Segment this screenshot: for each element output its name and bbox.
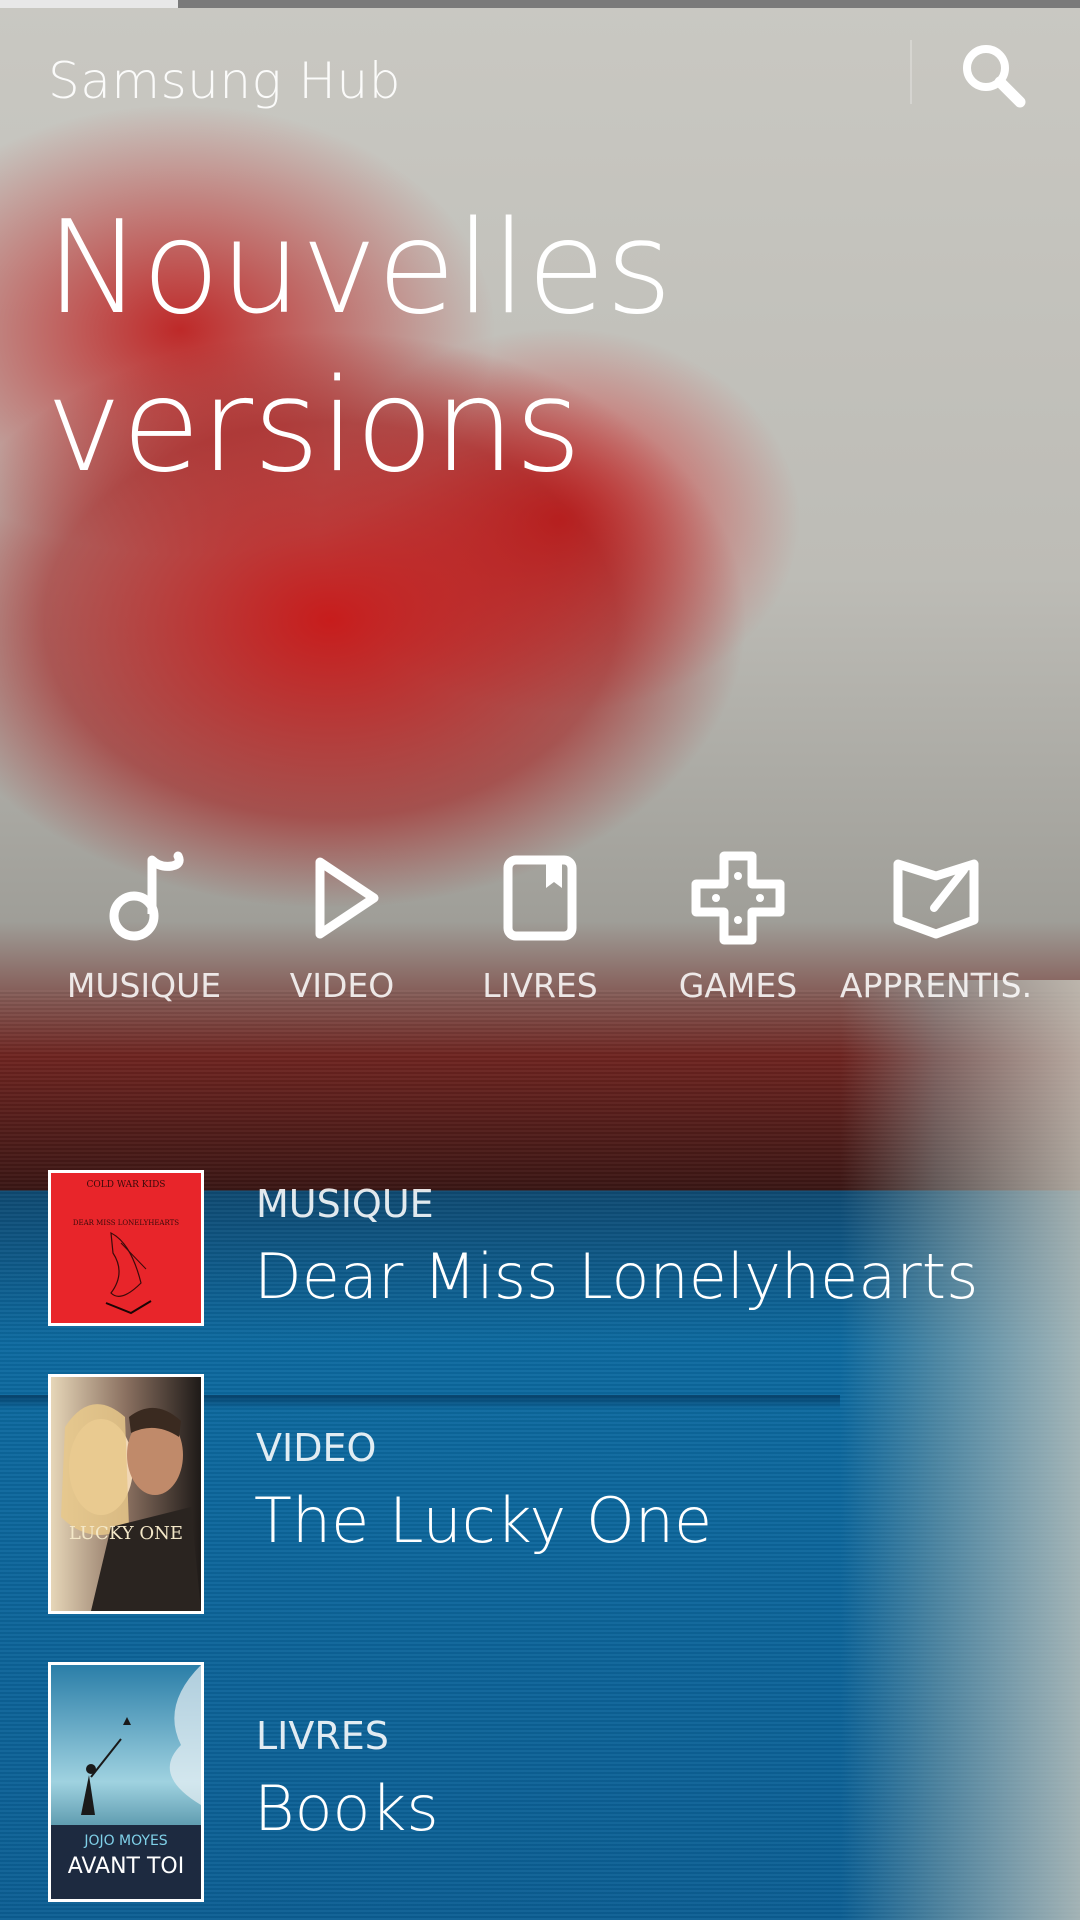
movie-poster-title: LUCKY ONE [69,1523,183,1544]
header-divider [910,40,912,104]
item-title: Books [254,1772,439,1845]
hero-title-line1: Nouvelles [46,194,673,343]
movie-poster-art: LUCKY ONE [51,1377,201,1611]
page-progress-fill [0,0,179,8]
item-kind: LIVRES [256,1714,389,1758]
item-title: Dear Miss Lonelyhearts [254,1240,979,1313]
category-label: VIDEO [289,966,395,1005]
book-cover-author: JOJO MOYES [83,1833,167,1849]
play-icon [315,857,379,939]
category-games[interactable]: GAMES [638,848,838,1005]
category-apprentissage[interactable]: APPRENTIS. [836,848,1036,1005]
category-bar: MUSIQUE VIDEO LIVRES GAMES APPRENTIS. [40,848,1040,1008]
album-cover-art: COLD WAR KIDS DEAR MISS LONELYHEARTS [51,1173,201,1323]
list-item-musique[interactable]: COLD WAR KIDS DEAR MISS LONELYHEARTS MUS… [48,1170,1048,1330]
category-label: APPRENTIS. [839,966,1033,1005]
book-cover: JOJO MOYES AVANT TOI [48,1662,204,1902]
app-title: Samsung Hub [48,52,401,110]
album-cover-band: COLD WAR KIDS [87,1180,166,1190]
list-item-video[interactable]: LUCKY ONE VIDEO The Lucky One [48,1374,1048,1614]
category-label: LIVRES [482,966,598,1005]
book-icon [503,855,577,941]
gamepad-cross-icon [691,851,785,945]
item-kind: MUSIQUE [256,1182,434,1226]
category-label: MUSIQUE [66,966,222,1005]
category-musique[interactable]: MUSIQUE [44,848,244,1005]
hero-title-line2: versions [46,352,582,501]
movie-poster: LUCKY ONE [48,1374,204,1614]
item-title: The Lucky One [254,1484,713,1557]
book-cover-title: AVANT TOI [68,1854,184,1879]
category-video[interactable]: VIDEO [242,848,442,1005]
category-label: GAMES [678,966,798,1005]
book-cover-art: JOJO MOYES AVANT TOI [51,1665,201,1899]
item-kind: VIDEO [256,1426,377,1470]
music-note-icon [109,851,184,941]
search-button[interactable] [956,38,1028,110]
search-icon [963,45,1026,108]
learning-book-icon [893,859,979,939]
album-cover: COLD WAR KIDS DEAR MISS LONELYHEARTS [48,1170,204,1326]
album-cover-subtitle: DEAR MISS LONELYHEARTS [73,1219,179,1227]
page-progress-track [0,0,1080,8]
category-livres[interactable]: LIVRES [440,848,640,1005]
hero-title: Nouvelles versions [46,190,672,506]
list-item-livres[interactable]: JOJO MOYES AVANT TOI LIVRES Books [48,1662,1048,1902]
